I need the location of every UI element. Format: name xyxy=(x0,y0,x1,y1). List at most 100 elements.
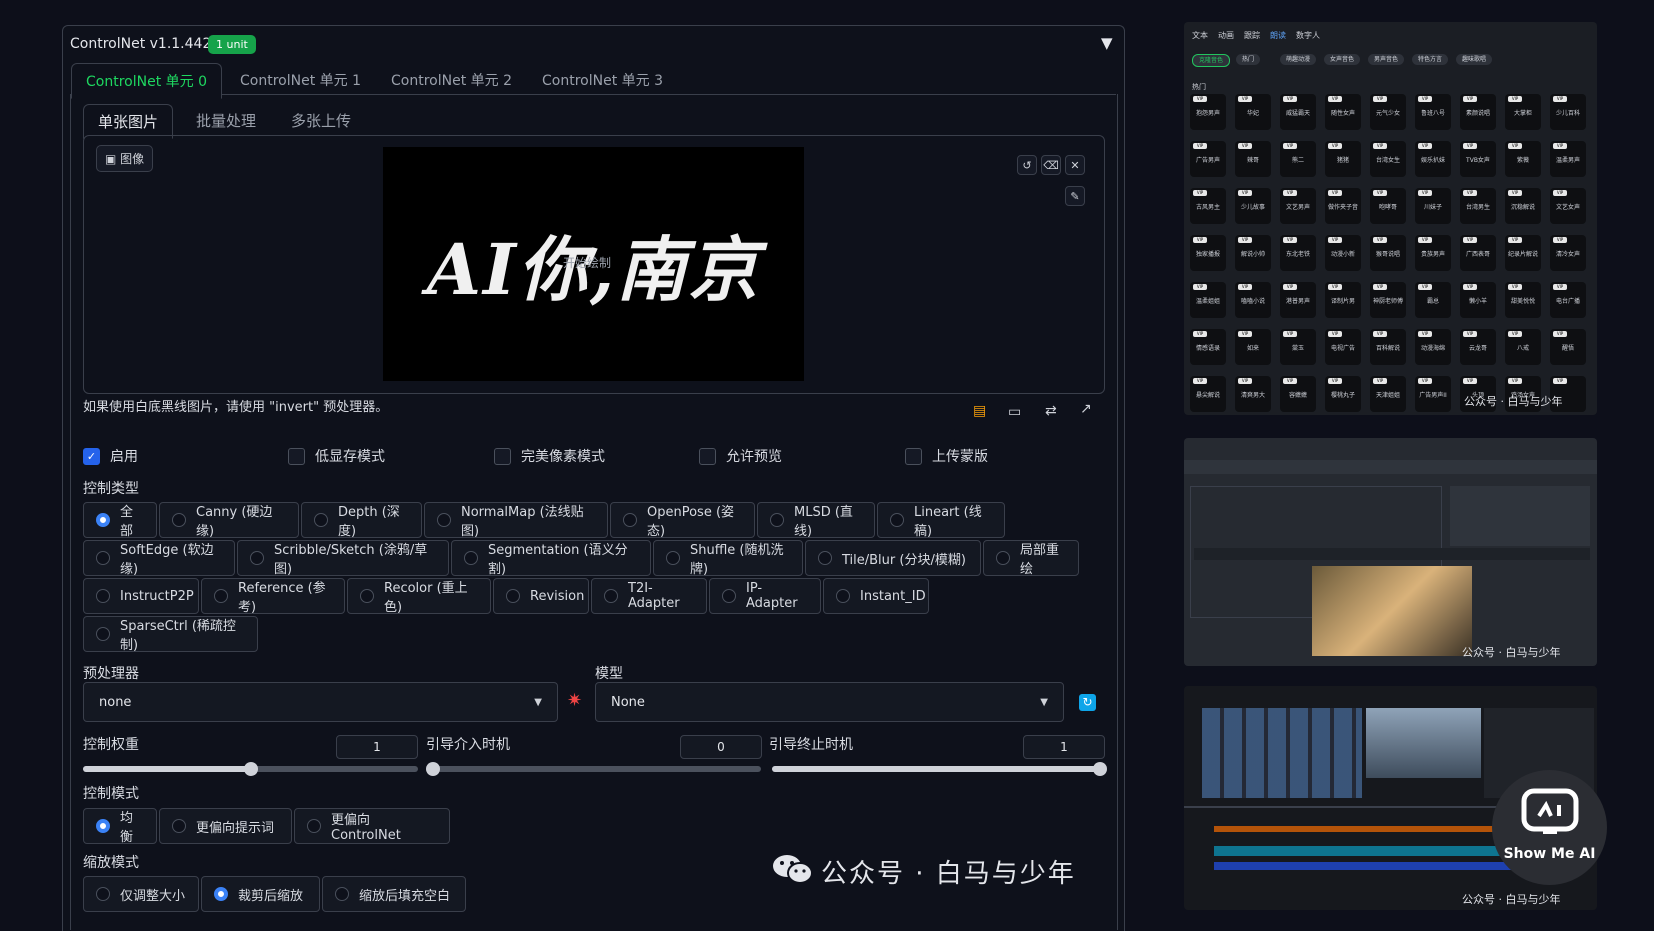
control-weight-slider[interactable] xyxy=(83,762,418,776)
voice-tile: VIP 咆哮哥 xyxy=(1370,188,1406,224)
image-canvas[interactable]: AI你,南京 开始绘制 xyxy=(383,147,804,381)
voice-name: 辣哥 xyxy=(1246,157,1259,164)
control-type-option[interactable]: 局部重绘 xyxy=(983,540,1079,577)
eraser-icon[interactable]: ⌫ xyxy=(1041,155,1061,175)
control-type-option[interactable]: Segmentation (语义分割) xyxy=(451,540,651,577)
voice-tile: VIP 辣哥 xyxy=(1235,141,1271,177)
control-type-option[interactable]: InstructP2P xyxy=(83,578,199,614)
resize-mode-option[interactable]: 缩放后填充空白 xyxy=(322,876,466,912)
camera-icon[interactable]: ▭ xyxy=(1008,404,1021,420)
tab-unit-3[interactable]: ControlNet 单元 3 xyxy=(528,63,677,97)
control-type-option[interactable]: IP-Adapter xyxy=(709,578,821,614)
undo-icon[interactable]: ↺ xyxy=(1017,155,1037,175)
control-type-option[interactable]: Tile/Blur (分块/模糊) xyxy=(805,540,981,576)
resize-mode-option[interactable]: 裁剪后缩放 xyxy=(201,876,320,912)
pixel-perfect-label: 完美像素模式 xyxy=(521,449,605,465)
control-mode-option[interactable]: 均衡 xyxy=(83,808,157,845)
control-mode-label: 控制模式 xyxy=(83,786,139,802)
control-type-option[interactable]: MLSD (直线) xyxy=(757,502,875,539)
vip-badge-icon: VIP xyxy=(1418,190,1432,196)
send-icon[interactable]: ↗ xyxy=(1080,401,1092,417)
tab-unit-2[interactable]: ControlNet 单元 2 xyxy=(377,63,526,97)
control-mode-option[interactable]: 更偏向 ControlNet xyxy=(294,808,450,844)
vip-badge-icon: VIP xyxy=(1553,96,1567,102)
voice-name: 咆哮哥 xyxy=(1378,204,1397,211)
voice-name: 译制片男 xyxy=(1330,298,1355,305)
voice-name: 少儿故事 xyxy=(1240,204,1265,211)
resize-mode-label: 缩放模式 xyxy=(83,855,139,871)
tab-unit-0[interactable]: ControlNet 单元 0 xyxy=(71,63,222,99)
voice-tile: VIP 容嬷嬷 xyxy=(1280,376,1316,412)
control-type-option[interactable]: T2I-Adapter xyxy=(591,578,707,614)
start-step-slider[interactable] xyxy=(426,762,761,776)
vip-badge-icon: VIP xyxy=(1193,190,1207,196)
vip-badge-icon: VIP xyxy=(1238,143,1252,149)
low-vram-checkbox[interactable]: 低显存模式 xyxy=(288,446,385,466)
control-type-option[interactable]: Reference (参考) xyxy=(201,578,345,615)
control-type-option[interactable]: Revision xyxy=(493,578,589,614)
upload-mask-checkbox[interactable]: 上传蒙版 xyxy=(905,446,988,466)
end-step-input[interactable]: 1 xyxy=(1023,735,1105,759)
refresh-icon[interactable]: ↻ xyxy=(1079,694,1096,711)
control-type-option[interactable]: OpenPose (姿态) xyxy=(610,502,755,539)
control-type-option[interactable]: Lineart (线稿) xyxy=(877,502,1005,539)
control-weight-input[interactable]: 1 xyxy=(336,735,418,759)
voice-name: 广西表哥 xyxy=(1465,251,1490,258)
swap-icon[interactable]: ⇄ xyxy=(1045,403,1057,419)
start-step-input[interactable]: 0 xyxy=(680,735,762,759)
document-icon[interactable]: ▤ xyxy=(973,403,986,419)
voice-name: 文艺女声 xyxy=(1555,204,1580,211)
section-label: 热门 xyxy=(1192,83,1206,91)
brush-icon[interactable]: ✎ xyxy=(1065,186,1085,206)
pixel-perfect-checkbox[interactable]: 完美像素模式 xyxy=(494,446,605,466)
voice-name: 沉稳解说 xyxy=(1510,204,1535,211)
control-type-option[interactable]: 全部 xyxy=(83,502,157,539)
voice-tile: VIP 棠玉 xyxy=(1280,329,1316,365)
collapse-toggle-icon[interactable]: ▼ xyxy=(1101,34,1113,52)
start-step-label: 引导介入时机 xyxy=(426,737,510,753)
close-icon[interactable]: ✕ xyxy=(1065,155,1085,175)
control-mode-option[interactable]: 更偏向提示词 xyxy=(159,808,292,844)
voice-name: 樱桃丸子 xyxy=(1330,392,1355,399)
voice-name: 八戒 xyxy=(1516,345,1529,352)
voice-name: 甜美悦悦 xyxy=(1510,298,1535,305)
voice-name: 大掌柜 xyxy=(1513,110,1532,117)
tab-unit-1[interactable]: ControlNet 单元 1 xyxy=(226,63,375,97)
vip-badge-icon: VIP xyxy=(1553,237,1567,243)
control-type-option[interactable]: Instant_ID xyxy=(823,578,929,614)
vip-badge-icon: VIP xyxy=(1283,237,1297,243)
voice-name: 川妹子 xyxy=(1423,204,1442,211)
voice-tile: VIP 鲁班八号 xyxy=(1415,94,1451,130)
voice-name: 随性女声 xyxy=(1330,110,1355,117)
control-type-option[interactable]: SoftEdge (软边缘) xyxy=(83,540,235,577)
preprocessor-select[interactable]: none ▼ xyxy=(83,682,558,722)
voice-tile: VIP 台湾男生 xyxy=(1460,188,1496,224)
control-type-option[interactable]: Recolor (重上色) xyxy=(347,578,491,615)
subtab-multi-upload[interactable]: 多张上传 xyxy=(277,104,365,137)
allow-preview-checkbox[interactable]: 允许预览 xyxy=(699,446,782,466)
control-type-option[interactable]: SparseCtrl (稀疏控制) xyxy=(83,616,258,653)
voice-name: 东北老铁 xyxy=(1285,251,1310,258)
voice-name: 古风男主 xyxy=(1195,204,1220,211)
voice-tile: VIP 文艺男声 xyxy=(1280,188,1316,224)
control-type-option[interactable]: Depth (深度) xyxy=(301,502,422,539)
run-preprocessor-icon[interactable]: ✷ xyxy=(567,690,582,711)
voice-name: 文艺男声 xyxy=(1285,204,1310,211)
enable-checkbox[interactable]: ✓ 启用 xyxy=(83,446,138,466)
control-type-option[interactable]: NormalMap (法线贴图) xyxy=(424,502,608,539)
voice-name: 清爽男大 xyxy=(1240,392,1265,399)
resize-mode-option[interactable]: 仅调整大小 xyxy=(83,876,199,912)
subtab-batch[interactable]: 批量处理 xyxy=(182,104,270,137)
voice-tile: VIP 台湾女生 xyxy=(1370,141,1406,177)
model-select[interactable]: None ▼ xyxy=(595,682,1064,722)
control-type-option[interactable]: Shuffle (随机洗牌) xyxy=(653,540,803,577)
end-step-slider[interactable] xyxy=(772,762,1107,776)
subtab-single-image[interactable]: 单张图片 xyxy=(83,104,174,139)
voice-name: 如来 xyxy=(1246,345,1259,352)
voice-name: 天津姐姐 xyxy=(1375,392,1400,399)
vip-badge-icon: VIP xyxy=(1463,378,1477,384)
vip-badge-icon: VIP xyxy=(1328,143,1342,149)
control-type-option[interactable]: Scribble/Sketch (涂鸦/草图) xyxy=(237,540,449,577)
voice-tile: VIP 抱怨男声 xyxy=(1190,94,1226,130)
control-type-option[interactable]: Canny (硬边缘) xyxy=(159,502,299,539)
